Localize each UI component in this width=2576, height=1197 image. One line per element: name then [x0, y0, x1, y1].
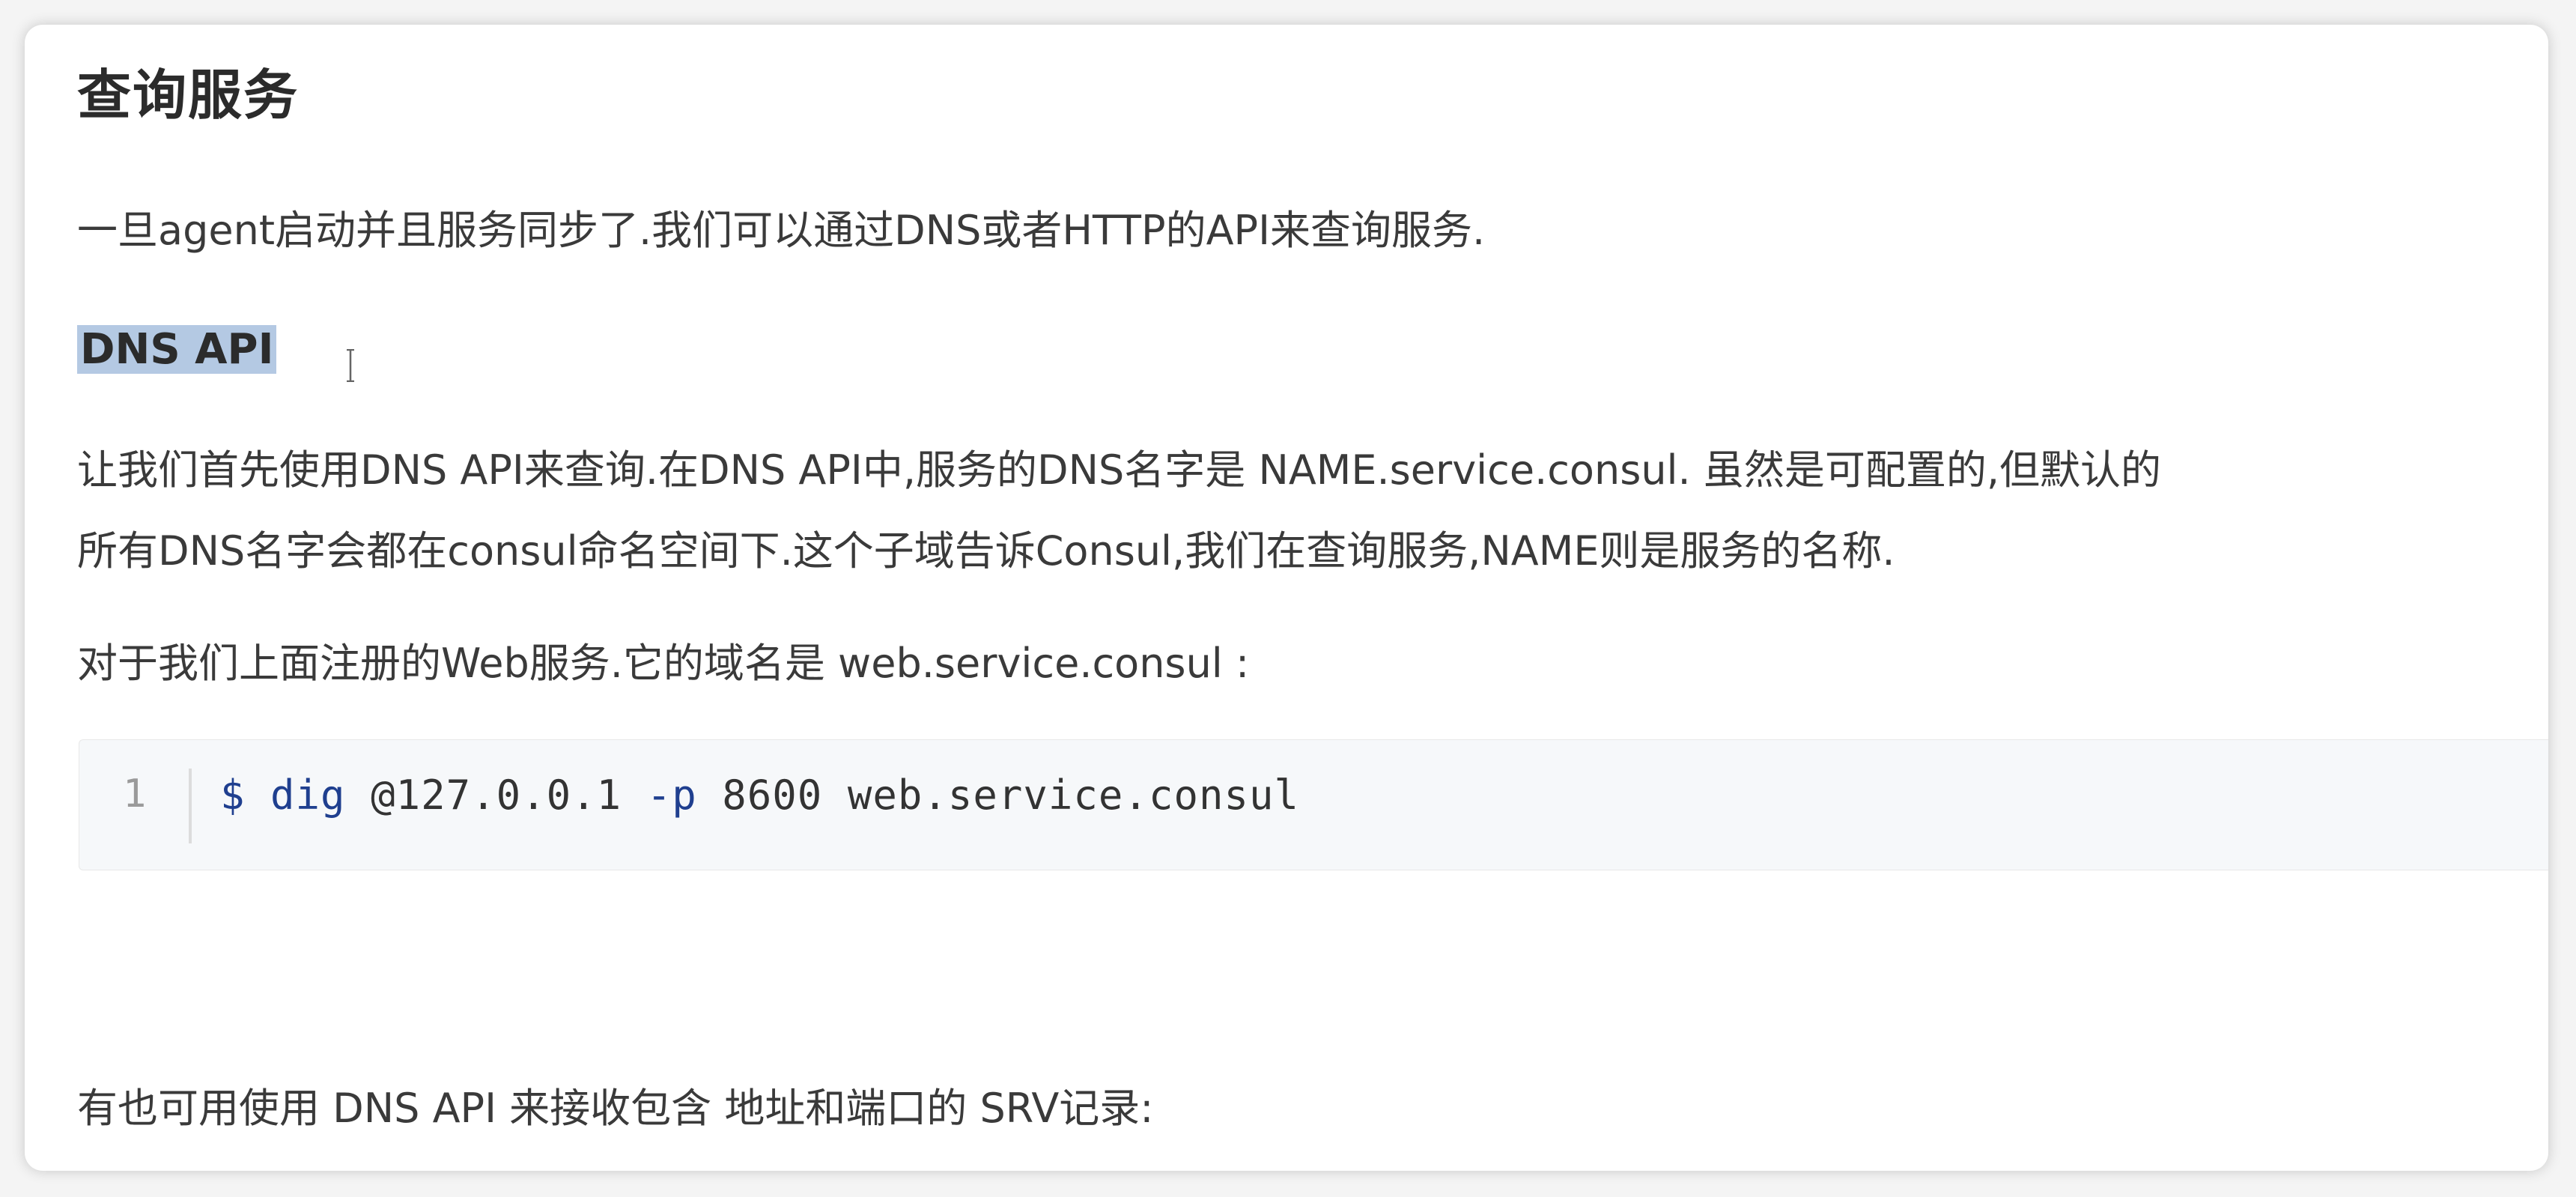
intro-paragraph: 一旦agent启动并且服务同步了.我们可以通过DNS或者HTTP的API来查询服…: [77, 207, 1486, 254]
article-content: 查询服务 一旦agent启动并且服务同步了.我们可以通过DNS或者HTTP的AP…: [55, 25, 2548, 1171]
code-args: 8600 web.service.consul: [696, 772, 1300, 819]
code-flag: -p: [646, 772, 697, 819]
dns-paragraph-line-1: 让我们首先使用DNS API来查询.在DNS API中,服务的DNS名字是 NA…: [77, 446, 2162, 494]
dns-api-heading[interactable]: DNS API: [77, 323, 277, 378]
code-address: @127.0.0.1: [345, 772, 647, 819]
text-cursor-icon: [347, 349, 354, 382]
code-block[interactable]: 1 $ dig @127.0.0.1 -p 8600 web.service.c…: [79, 739, 2548, 870]
web-service-paragraph: 对于我们上面注册的Web服务.它的域名是 web.service.consul …: [77, 640, 1250, 687]
section-heading: 查询服务: [77, 64, 300, 127]
window-frame: 查询服务 一旦agent启动并且服务同步了.我们可以通过DNS或者HTTP的AP…: [25, 25, 2548, 1171]
gutter-divider: [189, 769, 192, 843]
line-number: 1: [123, 772, 147, 816]
code-line[interactable]: $ dig @127.0.0.1 -p 8600 web.service.con…: [220, 772, 1299, 819]
dns-paragraph-line-2: 所有DNS名字会都在consul命名空间下.这个子域告诉Consul,我们在查询…: [77, 527, 1895, 575]
code-command: dig: [270, 772, 346, 819]
srv-paragraph: 有也可用使用 DNS API 来接收包含 地址和端口的 SRV记录:: [77, 1085, 1154, 1132]
selected-text[interactable]: DNS API: [77, 325, 277, 374]
code-gutter: 1: [79, 740, 192, 870]
code-prompt: $: [220, 772, 246, 819]
